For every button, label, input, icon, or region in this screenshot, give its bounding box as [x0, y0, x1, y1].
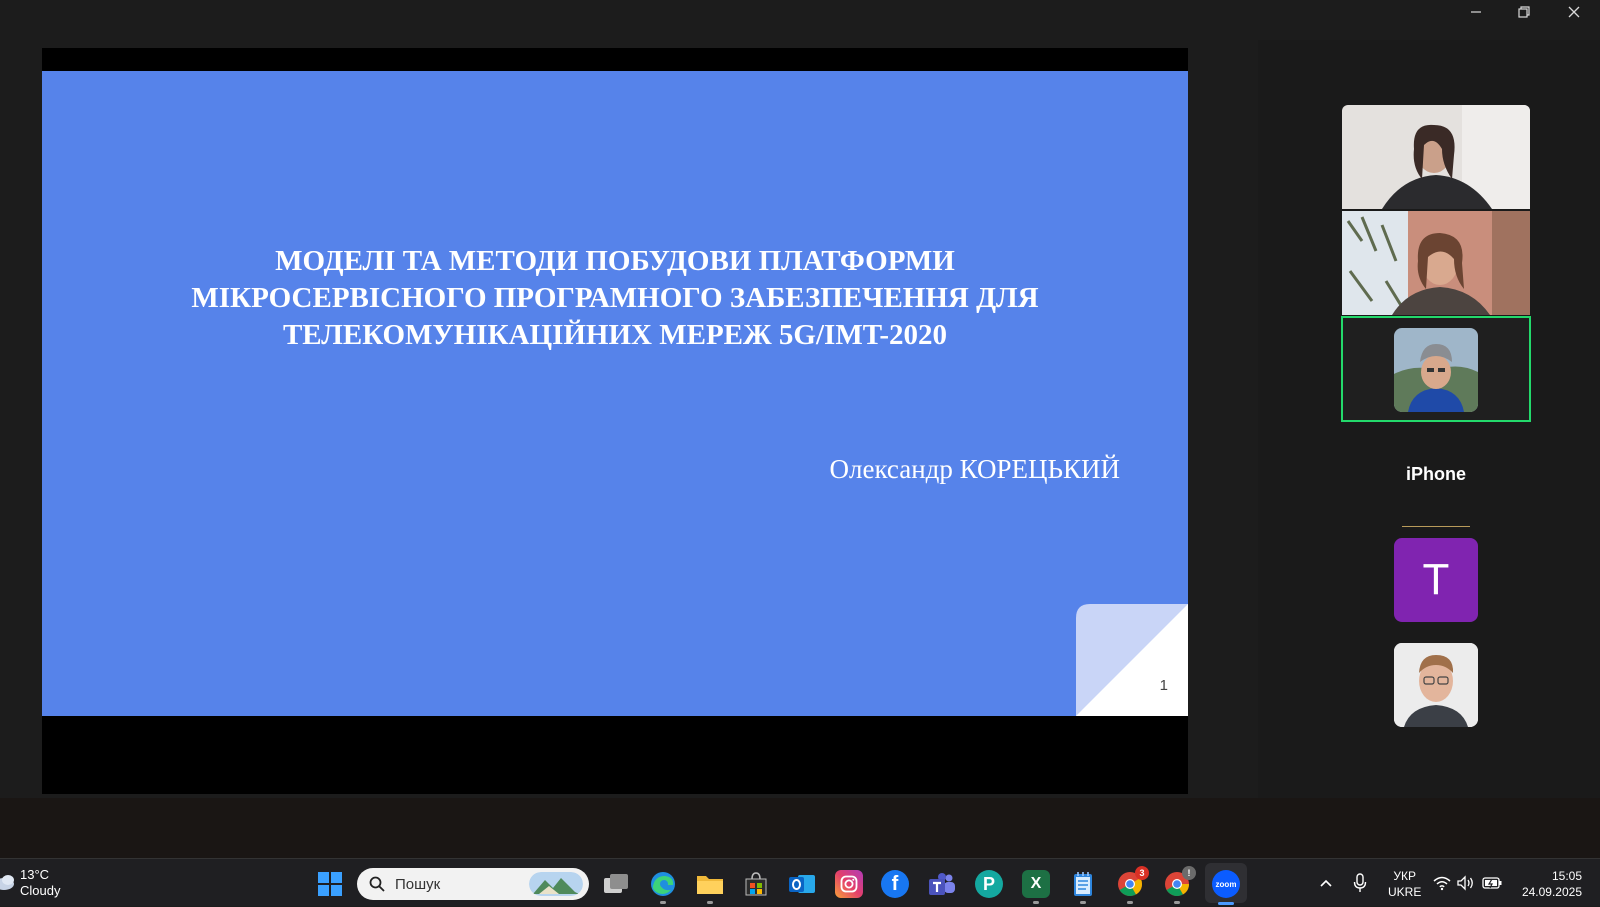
clock-date: 24.09.2025	[1521, 885, 1582, 899]
chrome-profile-badge: !	[1182, 866, 1196, 880]
show-hidden-icons-button[interactable]	[1318, 859, 1334, 907]
slide-corner-decoration	[1076, 604, 1188, 716]
start-button[interactable]	[317, 871, 343, 897]
network-button[interactable]	[1433, 859, 1451, 907]
close-icon	[1568, 6, 1580, 18]
participant-video-woman-1	[1342, 105, 1530, 209]
battery-button[interactable]	[1482, 859, 1502, 907]
participant-avatar-photo-man[interactable]	[1394, 643, 1478, 727]
store-icon[interactable]	[742, 870, 770, 898]
battery-charging-icon	[1482, 877, 1502, 889]
wifi-icon	[1433, 876, 1451, 891]
running-indicator	[1080, 901, 1086, 904]
file-explorer-icon[interactable]	[696, 870, 724, 898]
meeting-lower-area	[0, 798, 1600, 858]
running-indicator	[1127, 901, 1133, 904]
notepad-icon[interactable]	[1069, 870, 1097, 898]
excel-icon[interactable]: X	[1022, 870, 1050, 898]
outlook-icon[interactable]	[788, 870, 816, 898]
participant-video-woman-2	[1342, 211, 1530, 315]
input-language-indicator[interactable]: УКР UKRE	[1388, 868, 1421, 900]
volume-button[interactable]	[1457, 859, 1475, 907]
participant-video-tile[interactable]	[1342, 211, 1530, 315]
slide-page-number: 1	[1159, 677, 1168, 694]
weather-widget[interactable]: 13°C Cloudy	[0, 867, 60, 899]
running-indicator	[1033, 901, 1039, 904]
task-view-icon[interactable]	[602, 870, 630, 898]
search-icon	[369, 876, 385, 892]
pinterest-icon[interactable]: P	[975, 870, 1003, 898]
chrome-notification-badge: 3	[1135, 866, 1149, 880]
search-placeholder: Пошук	[395, 875, 441, 893]
slide-author: Олександр КОРЕЦЬКИЙ	[829, 454, 1121, 484]
participant-video-tile[interactable]	[1342, 105, 1530, 209]
edge-icon[interactable]	[649, 870, 677, 898]
speaker-icon	[1457, 875, 1473, 891]
instagram-icon[interactable]	[835, 870, 863, 898]
close-button[interactable]	[1550, 0, 1598, 24]
system-clock[interactable]: 15:05 24.09.2025	[1516, 868, 1582, 900]
search-highlight-image	[529, 872, 583, 896]
cloud-icon	[0, 875, 14, 890]
teams-icon[interactable]	[928, 870, 956, 898]
restore-icon	[1518, 6, 1530, 18]
slide-title-line: ТЕЛЕКОМУНІКАЦІЙНИХ МЕРЕЖ 5G/IMT-2020	[282, 319, 948, 351]
windows-logo-icon	[318, 872, 342, 896]
active-speaker-tile[interactable]	[1341, 316, 1531, 422]
slide-title: МОДЕЛІ ТА МЕТОДИ ПОБУДОВИ ПЛАТФОРМИ МІКР…	[102, 243, 1128, 354]
minimize-button[interactable]	[1452, 0, 1500, 24]
clock-time: 15:05	[1551, 869, 1582, 883]
language-code: УКР	[1393, 869, 1416, 883]
slide-title-line: МОДЕЛІ ТА МЕТОДИ ПОБУДОВИ ПЛАТФОРМИ	[275, 245, 955, 277]
participants-panel: iPhone T	[1258, 40, 1600, 798]
presentation-slide: МОДЕЛІ ТА МЕТОДИ ПОБУДОВИ ПЛАТФОРМИ МІКР…	[42, 71, 1188, 716]
weather-condition: Cloudy	[20, 883, 61, 898]
minimize-icon	[1471, 11, 1481, 13]
windows-taskbar: 13°C Cloudy Пошук f P X 3 ! zoom УКР UKR…	[0, 858, 1600, 906]
running-indicator	[660, 901, 666, 904]
window-titlebar	[0, 0, 1600, 40]
participant-name-label: iPhone	[1405, 464, 1466, 484]
slide-title-line: МІКРОСЕРВІСНОГО ПРОГРАМНОГО ЗАБЕЗПЕЧЕННЯ…	[191, 282, 1039, 314]
taskbar-search-box[interactable]: Пошук	[357, 868, 589, 900]
running-indicator	[1174, 901, 1180, 904]
chevron-up-icon	[1320, 879, 1332, 887]
participant-avatar-photo	[1394, 328, 1478, 412]
facebook-icon[interactable]: f	[881, 870, 909, 898]
restore-button[interactable]	[1500, 0, 1548, 24]
active-indicator	[1218, 902, 1234, 905]
name-underline	[1402, 526, 1470, 527]
running-indicator	[707, 901, 713, 904]
weather-temperature: 13°C	[20, 867, 50, 882]
microphone-button[interactable]	[1353, 859, 1367, 907]
zoom-icon[interactable]: zoom	[1212, 870, 1240, 898]
microphone-icon	[1353, 873, 1367, 892]
keyboard-layout: UKRE	[1388, 885, 1422, 899]
participant-letter-avatar[interactable]: T	[1394, 538, 1478, 622]
